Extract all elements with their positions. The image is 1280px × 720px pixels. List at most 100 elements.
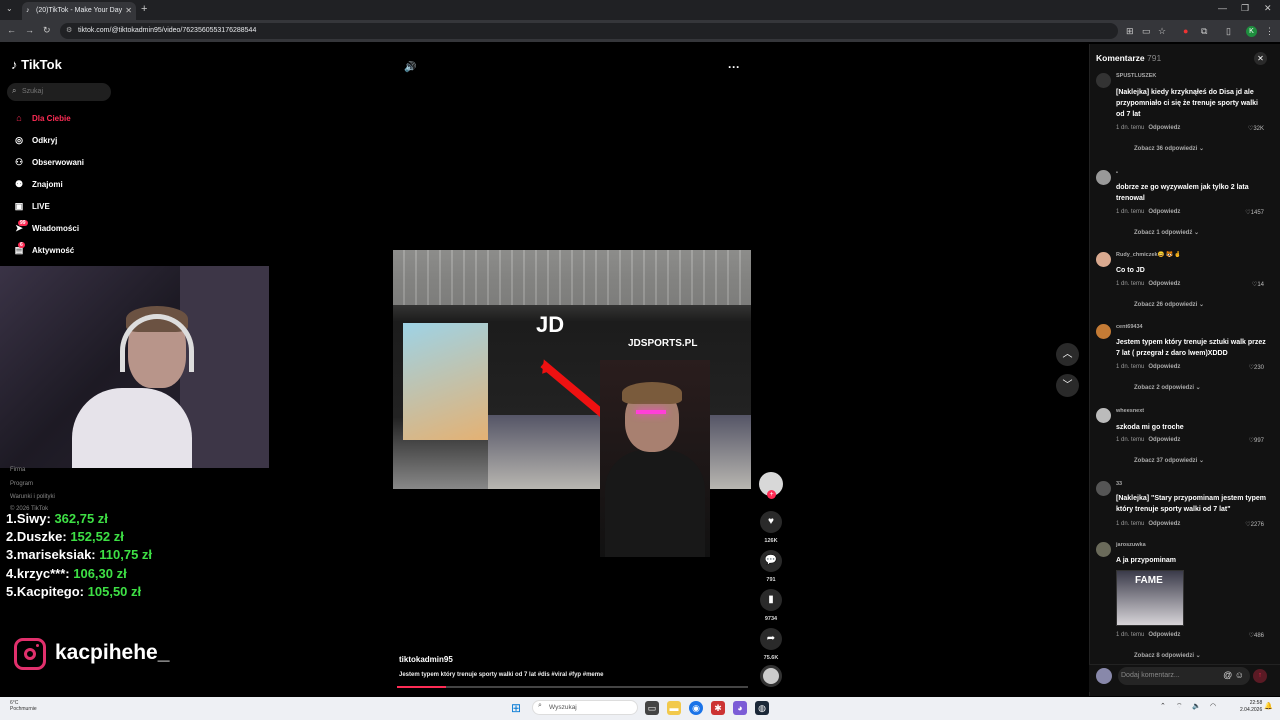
browser-tab[interactable]: ♪ (20)TikTok - Make Your Day ✕ — [22, 2, 136, 20]
comment-user[interactable]: • — [1116, 170, 1118, 176]
footer-link-terms[interactable]: Warunki i polityki — [10, 494, 55, 500]
maximize-icon[interactable]: ❐ — [1241, 3, 1249, 14]
reload-icon[interactable]: ↻ — [43, 25, 51, 36]
footer-link-program[interactable]: Program — [10, 481, 33, 487]
reply-link[interactable]: Odpowiedz — [1148, 632, 1180, 638]
comment-likes[interactable]: ♡997 — [1249, 437, 1264, 444]
url-input[interactable]: ⚙ tiktok.com/@tiktokadmin95/video/762356… — [60, 23, 1118, 39]
notifications-icon[interactable]: 🔔 — [1264, 702, 1273, 710]
comment-likes[interactable]: ♡32K — [1248, 125, 1264, 132]
weather-widget[interactable]: 6°C Pochmurnie — [10, 700, 37, 712]
view-replies-link[interactable]: Zobacz 8 odpowiedzi ⌄ — [1134, 652, 1201, 659]
search-input[interactable]: ⌕ Szukaj — [7, 83, 111, 101]
reply-link[interactable]: Odpowiedz — [1148, 364, 1180, 370]
new-tab-icon[interactable]: + — [141, 3, 147, 15]
site-info-icon[interactable]: ⚙ — [66, 26, 72, 34]
comment-user[interactable]: jaroszuwka — [1116, 542, 1146, 548]
comment-likes[interactable]: ♡1457 — [1245, 209, 1264, 216]
follow-plus-icon[interactable]: + — [767, 490, 776, 499]
comment-image[interactable]: FAME — [1116, 570, 1184, 626]
previous-video-button[interactable]: ︿ — [1056, 343, 1079, 366]
cast-icon[interactable]: ▭ — [1142, 26, 1151, 37]
sidebar-panel-icon[interactable]: ▯ — [1226, 26, 1231, 37]
back-icon[interactable]: ← — [7, 25, 16, 35]
close-comments-icon[interactable]: ✕ — [1254, 52, 1267, 65]
comment-button[interactable]: 💬 791 — [759, 550, 783, 583]
view-replies-link[interactable]: Zobacz 1 odpowiedź ⌄ — [1134, 229, 1199, 236]
sidebar-item-live[interactable]: ▣ LIVE — [12, 201, 122, 217]
volume-tray-icon[interactable]: 🔈 — [1192, 702, 1201, 710]
chrome-icon[interactable]: ◉ — [689, 701, 703, 715]
reply-link[interactable]: Odpowiedz — [1148, 209, 1180, 215]
app-icon[interactable]: ✱ — [711, 701, 725, 715]
comment-likes[interactable]: ♡486 — [1249, 632, 1264, 639]
comment-input[interactable]: Dodaj komentarz... @ ☺ — [1118, 667, 1250, 685]
view-replies-link[interactable]: Zobacz 2 odpowiedzi ⌄ — [1134, 384, 1201, 391]
bookmark-star-icon[interactable]: ☆ — [1158, 26, 1166, 37]
like-button[interactable]: ♥ 126K — [759, 511, 783, 544]
taskbar-search-input[interactable]: ⌕ Wyszukaj — [532, 700, 638, 715]
volume-icon[interactable]: 🔊 — [404, 62, 416, 73]
extension-icon[interactable]: ● — [1183, 26, 1188, 36]
comment-user[interactable]: cent69434 — [1116, 324, 1143, 330]
tray-chevron-icon[interactable]: ⌃ — [1160, 702, 1166, 710]
steam-icon[interactable]: ◍ — [755, 701, 769, 715]
view-replies-link[interactable]: Zobacz 36 odpowiedzi ⌄ — [1134, 145, 1204, 152]
comment-user[interactable]: 33 — [1116, 481, 1122, 487]
sound-disc-icon[interactable] — [760, 665, 782, 687]
comment-likes[interactable]: ♡14 — [1252, 281, 1264, 288]
comment-user[interactable]: SPUSTLUSZEK — [1116, 73, 1156, 79]
comment-likes[interactable]: ♡230 — [1249, 364, 1264, 371]
tab-search-icon[interactable]: ⌄ — [6, 4, 13, 13]
minimize-icon[interactable]: — — [1218, 3, 1227, 13]
avatar[interactable] — [1096, 408, 1111, 423]
mention-emoji-icon[interactable]: @ ☺ — [1223, 670, 1244, 680]
close-tab-icon[interactable]: ✕ — [125, 6, 132, 15]
sidebar-item-label: Odkryj — [32, 136, 58, 145]
view-replies-link[interactable]: Zobacz 37 odpowiedzi ⌄ — [1134, 457, 1204, 464]
comment-likes[interactable]: ♡2276 — [1245, 521, 1264, 528]
reply-link[interactable]: Odpowiedz — [1148, 125, 1180, 131]
windows-start-icon[interactable]: ⊞ — [511, 701, 521, 715]
avatar[interactable] — [1096, 542, 1111, 557]
sidebar-item-activity[interactable]: ▤ 6 Aktywność — [12, 242, 122, 261]
sidebar-item-for-you[interactable]: ⌂ Dla Ciebie — [12, 113, 122, 129]
share-button[interactable]: ➦ 75.6K — [759, 628, 783, 661]
save-button[interactable]: ▮ 9734 — [759, 589, 783, 622]
video-author[interactable]: tiktokadmin95 — [399, 655, 453, 664]
forward-icon[interactable]: → — [25, 25, 34, 35]
close-window-icon[interactable]: ✕ — [1264, 3, 1272, 14]
reply-link[interactable]: Odpowiedz — [1148, 281, 1180, 287]
taskbar-clock[interactable]: 22:58 2.04.2026 — [1240, 700, 1262, 714]
sidebar-item-explore[interactable]: ◎ Odkryj — [12, 135, 122, 151]
wifi-icon[interactable]: ◠ — [1210, 702, 1216, 710]
network-icon[interactable]: ⌔ — [1176, 702, 1183, 711]
sidebar-item-friends[interactable]: ⚉ Znajomi — [12, 179, 122, 195]
progress-fill — [397, 686, 447, 688]
comment-user[interactable]: Rudy_chmiczek😄 🐯 🤞 — [1116, 252, 1181, 258]
comment-user[interactable]: wheesnext — [1116, 408, 1144, 414]
avatar[interactable] — [1096, 73, 1111, 88]
discord-icon[interactable]: ◕ — [733, 701, 747, 715]
view-replies-link[interactable]: Zobacz 26 odpowiedzi ⌄ — [1134, 301, 1204, 308]
avatar[interactable] — [1096, 481, 1111, 496]
tiktok-logo[interactable]: ♪ TikTok — [11, 57, 62, 72]
reply-link[interactable]: Odpowiedz — [1148, 437, 1180, 443]
extensions-puzzle-icon[interactable]: ⧉ — [1201, 26, 1207, 37]
avatar[interactable] — [1096, 170, 1111, 185]
file-explorer-icon[interactable]: ▬ — [667, 701, 681, 715]
profile-avatar[interactable]: K — [1246, 26, 1257, 37]
video-progress-bar[interactable] — [397, 686, 748, 688]
next-video-button[interactable]: ﹀ — [1056, 374, 1079, 397]
avatar[interactable] — [1096, 252, 1111, 267]
avatar[interactable] — [1096, 324, 1111, 339]
chrome-menu-icon[interactable]: ⋮ — [1265, 26, 1274, 37]
footer-link-company[interactable]: Firma — [10, 467, 25, 473]
task-view-icon[interactable]: ▭ — [645, 701, 659, 715]
more-options-icon[interactable]: ··· — [728, 60, 740, 74]
sidebar-item-following[interactable]: ⚇ Obserwowani — [12, 157, 122, 173]
translate-icon[interactable]: ⊞ — [1126, 26, 1134, 37]
send-comment-button[interactable]: ↑ — [1253, 669, 1267, 683]
reply-link[interactable]: Odpowiedz — [1148, 521, 1180, 527]
sidebar-item-messages[interactable]: ➤ 99 Wiadomości — [12, 220, 122, 239]
